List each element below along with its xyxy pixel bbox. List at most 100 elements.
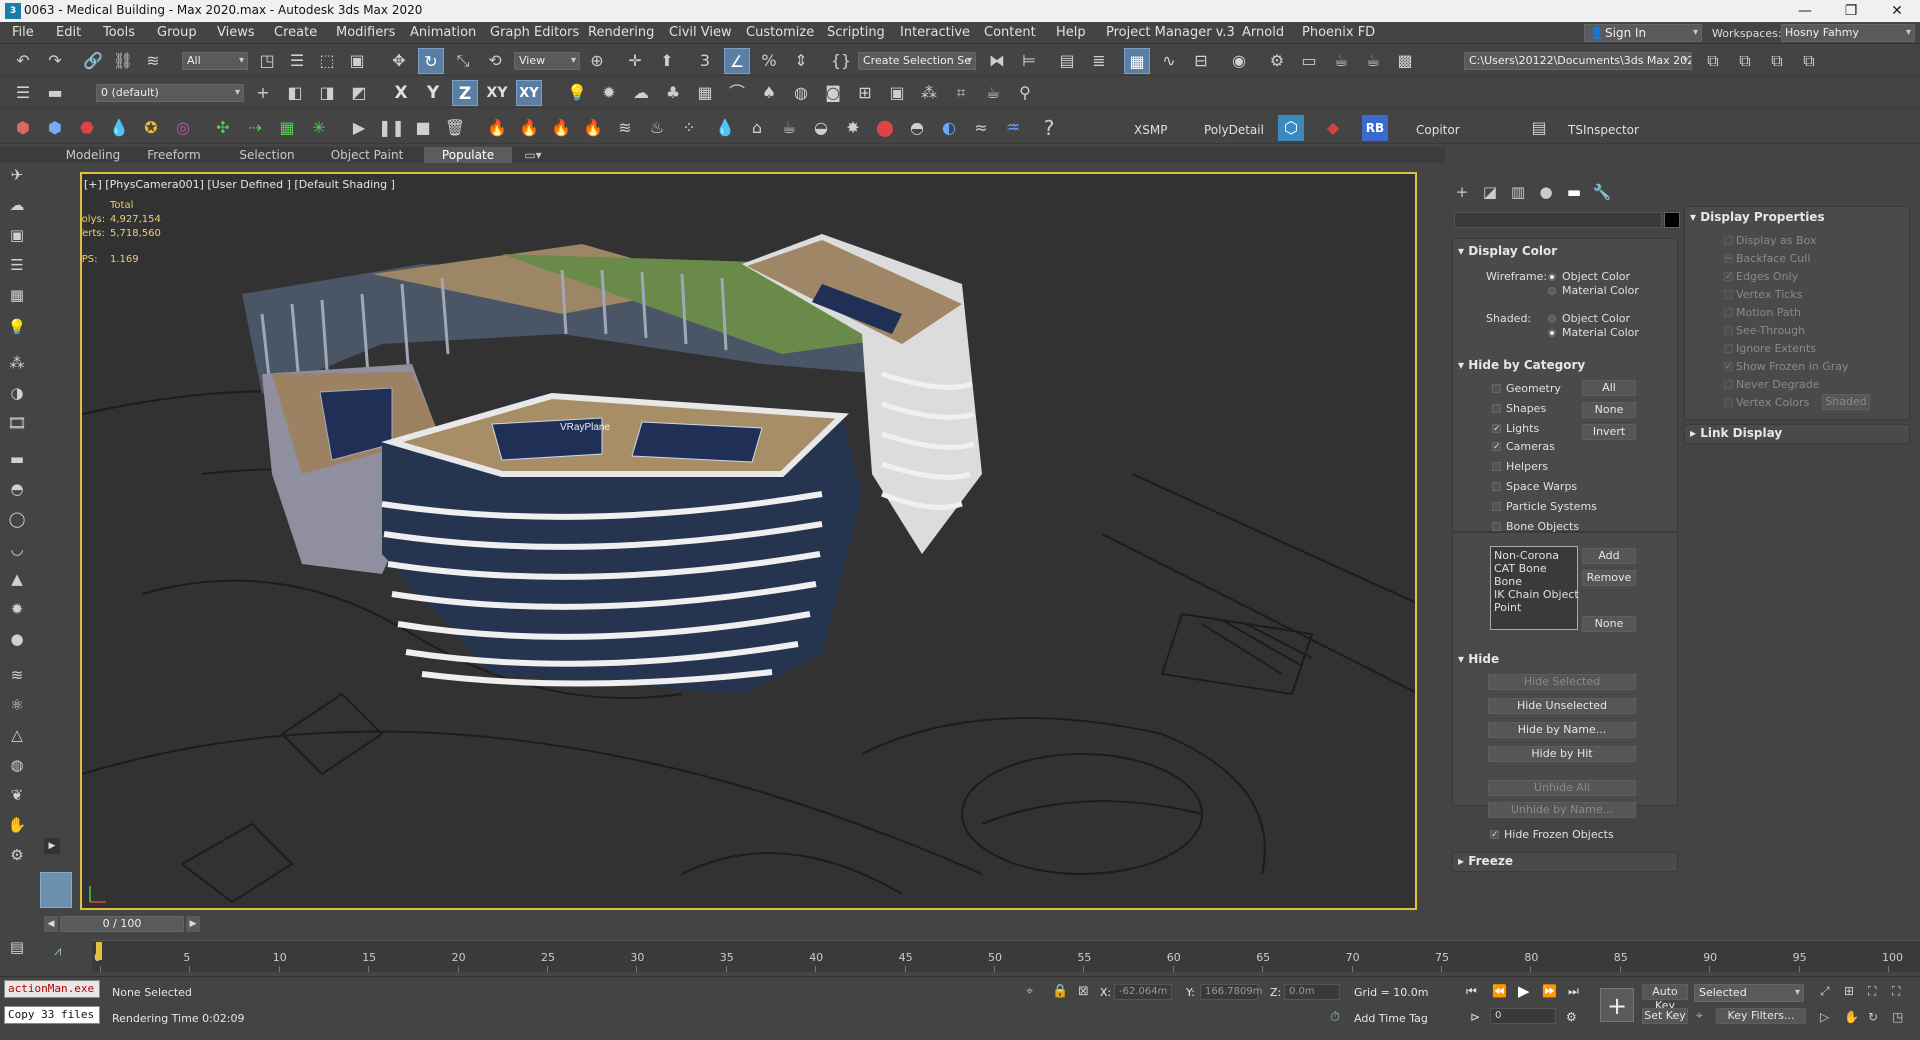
- particles-icon[interactable]: ⁘: [676, 115, 702, 141]
- hand-icon[interactable]: ✋: [5, 813, 29, 837]
- maxscript-listener-1[interactable]: actionMan.exe: [4, 980, 100, 998]
- hide-frozen-checkbox[interactable]: ✓: [1490, 830, 1499, 840]
- sphere-icon[interactable]: ◍: [788, 80, 814, 106]
- y-coord-field[interactable]: 166.7809m: [1200, 984, 1262, 1000]
- bone-objects-checkbox[interactable]: [1492, 522, 1501, 531]
- all-button[interactable]: All: [1582, 380, 1636, 396]
- list-item[interactable]: Non-Corona: [1494, 549, 1574, 562]
- shaded-object-color-radio[interactable]: [1548, 315, 1556, 323]
- tsinspector-button[interactable]: TSInspector: [1568, 119, 1639, 141]
- container-icon[interactable]: ⌂: [744, 115, 770, 141]
- show-frozen-gray-checkbox[interactable]: ✓: [1724, 362, 1733, 372]
- zoom-all-icon[interactable]: ⊞: [1844, 984, 1854, 998]
- undo-icon[interactable]: ↶: [10, 48, 36, 74]
- wireframe-object-color-radio[interactable]: [1548, 273, 1556, 281]
- ribbon-options-icon[interactable]: ▭▾: [518, 147, 548, 163]
- teapot-icon[interactable]: ☕: [980, 80, 1006, 106]
- rendered-frame-icon[interactable]: ▭: [1296, 48, 1322, 74]
- add-time-tag-button[interactable]: Add Time Tag: [1354, 1012, 1428, 1025]
- time-slider[interactable]: 0 / 100: [60, 916, 184, 932]
- menu-phoenix-fd[interactable]: Phoenix FD: [1302, 25, 1375, 40]
- tree-icon[interactable]: ♠: [756, 80, 782, 106]
- render-production-icon[interactable]: ☕: [1328, 48, 1354, 74]
- current-frame-marker[interactable]: [96, 942, 102, 960]
- smoke-icon[interactable]: ≋: [612, 115, 638, 141]
- create-object-icon[interactable]: ✈: [5, 163, 29, 187]
- rb-button[interactable]: RB: [1362, 115, 1388, 141]
- ocean-icon[interactable]: ≈: [968, 115, 994, 141]
- toggle-layer-icon[interactable]: ▬: [42, 80, 68, 106]
- tab-freeform[interactable]: Freeform: [136, 147, 212, 163]
- disc-icon[interactable]: ●: [5, 627, 29, 651]
- motion-tab-icon[interactable]: ●: [1534, 180, 1558, 204]
- rotate-tool-icon[interactable]: ◑: [5, 381, 29, 405]
- shaded-material-color-radio[interactable]: [1548, 329, 1556, 337]
- sun-icon[interactable]: ✹: [596, 80, 622, 106]
- plugin-star-icon[interactable]: ✳: [306, 115, 332, 141]
- leaf-icon[interactable]: ❦: [5, 783, 29, 807]
- play-icon[interactable]: ▶: [346, 115, 372, 141]
- selection-filter-dropdown[interactable]: All: [182, 52, 248, 70]
- percent-snap-icon[interactable]: %: [756, 48, 782, 74]
- scale-icon[interactable]: ⤡: [450, 48, 476, 74]
- object-name-field[interactable]: [1454, 212, 1662, 228]
- select-manipulate-icon[interactable]: ✛: [622, 48, 648, 74]
- snaps-toggle-icon[interactable]: 3: [692, 48, 718, 74]
- space-warps-checkbox[interactable]: [1492, 482, 1501, 491]
- settings-tool-icon[interactable]: ⚙: [5, 843, 29, 867]
- pan-icon[interactable]: ✋: [1844, 1010, 1859, 1024]
- zoom-icon[interactable]: ⤢: [1820, 984, 1830, 999]
- menu-civil-view[interactable]: Civil View: [669, 25, 732, 40]
- light-bulb-icon[interactable]: 💡: [5, 315, 29, 339]
- absolute-mode-icon[interactable]: ⊠: [1078, 984, 1089, 999]
- display-color-rollout-title[interactable]: ▾ Display Color: [1458, 244, 1557, 258]
- menu-animation[interactable]: Animation: [410, 25, 476, 40]
- workspace-dropdown[interactable]: Hosny Fahmy: [1781, 24, 1915, 42]
- plant-icon[interactable]: ♣: [660, 80, 686, 106]
- maxscript-listener-2[interactable]: Copy 33 files: [4, 1006, 100, 1024]
- go-to-start-icon[interactable]: ⏮: [1466, 984, 1477, 999]
- backface-cull-checkbox[interactable]: −: [1724, 254, 1733, 264]
- shapes-checkbox[interactable]: [1492, 404, 1501, 413]
- plugin-blue-box-icon[interactable]: ⬡: [1278, 115, 1304, 141]
- list-item[interactable]: Bone: [1494, 575, 1574, 588]
- project-copy-icon[interactable]: ⧉: [1732, 48, 1758, 74]
- particles-tool-icon[interactable]: ⁂: [5, 351, 29, 375]
- fov-icon[interactable]: ▷: [1820, 1010, 1829, 1024]
- tab-modeling[interactable]: Modeling: [50, 147, 136, 163]
- display-tab-icon[interactable]: ▬: [1562, 180, 1586, 204]
- cameras-checkbox[interactable]: ✓: [1492, 442, 1501, 452]
- angle-snap-icon[interactable]: ∠: [724, 48, 750, 74]
- key-mode-dropdown[interactable]: Selected: [1694, 984, 1804, 1002]
- none-button[interactable]: None: [1582, 402, 1636, 418]
- liquid-icon[interactable]: 💧: [712, 115, 738, 141]
- bowl-icon[interactable]: ◒: [808, 115, 834, 141]
- see-through-checkbox[interactable]: [1724, 326, 1733, 335]
- menu-graph-editors[interactable]: Graph Editors: [490, 25, 579, 40]
- z-coord-field[interactable]: 0.0m: [1284, 984, 1340, 1000]
- pivot-center-icon[interactable]: ⊕: [584, 48, 610, 74]
- menu-help[interactable]: Help: [1056, 25, 1086, 40]
- pyramid-icon[interactable]: △: [5, 723, 29, 747]
- link-icon[interactable]: 🔗: [80, 48, 106, 74]
- lights-checkbox[interactable]: ✓: [1492, 424, 1501, 434]
- vertex-colors-checkbox[interactable]: [1724, 398, 1733, 407]
- menu-create[interactable]: Create: [274, 25, 317, 40]
- key-mode-icon[interactable]: ⊳: [1470, 1010, 1480, 1024]
- sign-in-dropdown[interactable]: 👤 Sign In: [1584, 24, 1702, 42]
- axis-x-button[interactable]: X: [388, 80, 414, 106]
- utilities-tab-icon[interactable]: 🔧: [1590, 180, 1614, 204]
- hide-by-name-button[interactable]: Hide by Name...: [1488, 722, 1636, 738]
- menu-views[interactable]: Views: [217, 25, 255, 40]
- hierarchy-tab-icon[interactable]: ▥: [1506, 180, 1530, 204]
- time-config-icon[interactable]: ⚙: [1566, 1010, 1577, 1024]
- schematic-view-icon[interactable]: ⊟: [1188, 48, 1214, 74]
- hair-icon[interactable]: ≋: [5, 663, 29, 687]
- menu-modifiers[interactable]: Modifiers: [336, 25, 395, 40]
- redo-icon[interactable]: ↷: [42, 48, 68, 74]
- camera-icon[interactable]: ◙: [820, 80, 846, 106]
- select-by-name-icon[interactable]: ☰: [284, 48, 310, 74]
- water-icon[interactable]: ♒: [1000, 115, 1026, 141]
- isolate-icon[interactable]: ⌖: [1026, 984, 1033, 999]
- axis-y-button[interactable]: Y: [420, 80, 446, 106]
